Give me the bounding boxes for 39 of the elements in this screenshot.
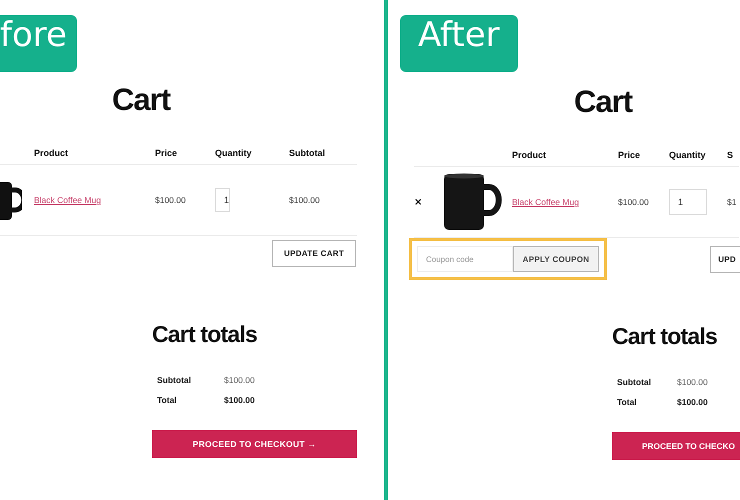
- update-cart-button[interactable]: UPDATE CART: [272, 240, 356, 267]
- price-text: $100.00: [618, 197, 649, 207]
- update-cart-button[interactable]: UPD: [710, 246, 740, 272]
- product-link[interactable]: Black Coffee Mug: [512, 197, 579, 207]
- product-link[interactable]: Black Coffee Mug: [34, 195, 101, 205]
- column-header: Quantity: [669, 150, 706, 160]
- totals-heading: Cart totals: [612, 323, 717, 350]
- mug-image: [442, 173, 502, 231]
- totals-heading: Cart totals: [152, 321, 257, 348]
- comparison-label: fore: [0, 15, 77, 72]
- column-header: Subtotal: [289, 148, 325, 158]
- checkout-button[interactable]: PROCEED TO CHECKOUT →: [152, 430, 357, 458]
- checkout-button[interactable]: PROCEED TO CHECKO: [612, 432, 740, 460]
- column-header: Product: [34, 148, 68, 158]
- price-text: $100.00: [155, 195, 186, 205]
- totals-value: $100.00: [224, 395, 255, 405]
- totals-value: $100.00: [677, 377, 708, 387]
- totals-label: Subtotal: [617, 377, 651, 387]
- coupon-field[interactable]: Coupon code: [417, 246, 513, 272]
- totals-label: Total: [157, 395, 177, 405]
- column-header: Product: [512, 150, 546, 160]
- quantity-field[interactable]: 1: [215, 188, 230, 212]
- remove-button[interactable]: ×: [414, 196, 422, 208]
- column-header: Quantity: [215, 148, 252, 158]
- totals-value: $100.00: [224, 375, 255, 385]
- quantity-field[interactable]: 1: [669, 189, 707, 215]
- column-header: Price: [155, 148, 178, 158]
- comparison-label: After: [400, 15, 518, 72]
- totals-label: Subtotal: [157, 375, 191, 385]
- page-title: Cart: [574, 84, 632, 120]
- subtotal-text: $100.00: [289, 195, 320, 205]
- subtotal-text: $1: [727, 197, 736, 207]
- column-header: Price: [618, 150, 640, 160]
- apply-coupon-button[interactable]: APPLY COUPON: [513, 246, 599, 272]
- totals-value: $100.00: [677, 397, 708, 407]
- mug-image: [0, 180, 22, 220]
- totals-label: Total: [617, 397, 637, 407]
- page-title: Cart: [112, 82, 170, 118]
- column-header: S: [727, 150, 734, 160]
